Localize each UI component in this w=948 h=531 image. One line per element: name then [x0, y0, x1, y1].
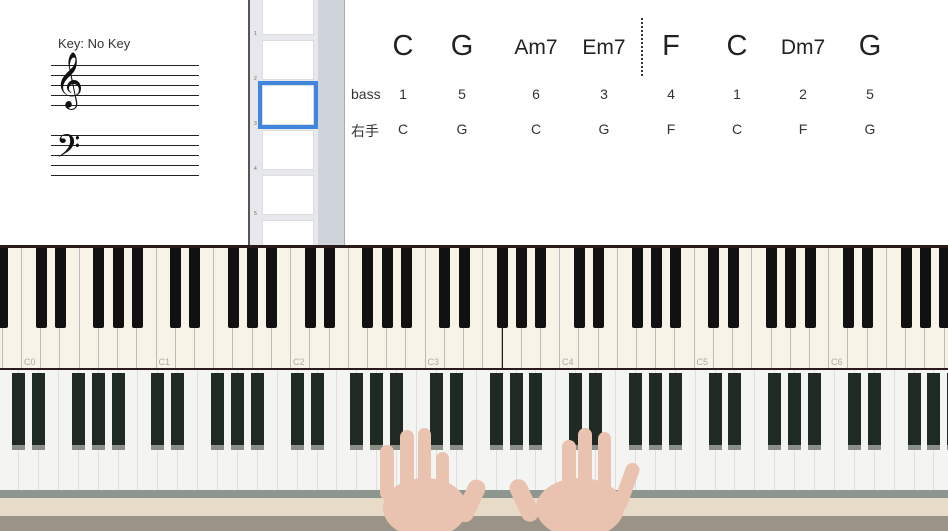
- octave-label: C4: [562, 357, 574, 367]
- panel-divider: [318, 0, 345, 245]
- black-key[interactable]: [516, 248, 528, 328]
- chord-name: G: [450, 30, 474, 62]
- black-key[interactable]: [631, 248, 643, 328]
- right-hand-note: G: [456, 121, 468, 137]
- slide-number: 3: [254, 121, 257, 127]
- black-key[interactable]: [766, 248, 778, 328]
- black-key[interactable]: [727, 248, 739, 328]
- black-key[interactable]: [0, 248, 9, 328]
- octave-label: C1: [158, 357, 171, 367]
- black-key[interactable]: [189, 248, 201, 328]
- chord-name: Dm7: [780, 36, 826, 59]
- bass-note: 3: [600, 86, 608, 102]
- slide-thumbnail[interactable]: [262, 0, 314, 35]
- bass-note: 6: [532, 86, 540, 102]
- octave-label: C3: [427, 357, 440, 367]
- black-key[interactable]: [458, 248, 470, 328]
- black-key[interactable]: [35, 248, 47, 328]
- black-key[interactable]: [131, 248, 143, 328]
- octave-label: C2: [293, 357, 305, 367]
- black-key[interactable]: [708, 248, 720, 328]
- black-key[interactable]: [247, 248, 259, 328]
- slide-thumbnail[interactable]: [262, 130, 314, 170]
- black-key[interactable]: [381, 248, 393, 328]
- right-hand-note: G: [598, 121, 610, 137]
- black-key[interactable]: [304, 248, 316, 328]
- treble-clef-icon: 𝄞: [55, 52, 84, 108]
- slide-number: 2: [254, 76, 257, 82]
- bass-note: 2: [799, 86, 807, 102]
- piano-video: [0, 370, 948, 531]
- black-key[interactable]: [919, 248, 931, 328]
- black-key[interactable]: [54, 248, 66, 328]
- black-key[interactable]: [93, 248, 105, 328]
- slide-number: 1: [254, 31, 257, 37]
- slide-thumbnails: 123456: [248, 0, 318, 262]
- black-key[interactable]: [650, 248, 662, 328]
- right-hand-row-label: 右手: [351, 123, 379, 139]
- bass-note: 5: [866, 86, 874, 102]
- bar-divider: [641, 18, 643, 76]
- black-key[interactable]: [266, 248, 278, 328]
- octave-label: C5: [696, 357, 709, 367]
- right-hand-note: C: [731, 121, 743, 137]
- bass-note: 4: [667, 86, 675, 102]
- black-key[interactable]: [900, 248, 912, 328]
- octave-label: C6: [831, 357, 843, 367]
- right-hand-note: F: [666, 121, 676, 137]
- chord-name: C: [392, 30, 414, 62]
- slide-thumbnail[interactable]: [258, 81, 318, 129]
- chord-name: Em7: [582, 36, 626, 59]
- chord-name: F: [662, 30, 680, 62]
- right-hand-note: F: [798, 121, 808, 137]
- black-key[interactable]: [593, 248, 605, 328]
- bass-note: 1: [733, 86, 741, 102]
- slide-number: 5: [254, 211, 257, 217]
- chord-name: C: [726, 30, 748, 62]
- hands: [380, 428, 640, 531]
- black-key[interactable]: [400, 248, 412, 328]
- black-key[interactable]: [497, 248, 508, 328]
- right-hand-note: G: [864, 121, 876, 137]
- virtual-keyboard: C0 C1 C2 C3 C4 C5 C6: [0, 245, 948, 370]
- black-key[interactable]: [939, 248, 948, 328]
- black-key[interactable]: [842, 248, 854, 328]
- right-hand-note: C: [530, 121, 542, 137]
- sheet-preview: Key: No Key 𝄞 𝄢: [0, 0, 248, 245]
- chord-name: Am7: [514, 36, 558, 59]
- bass-note: 5: [458, 86, 466, 102]
- black-key[interactable]: [804, 248, 816, 328]
- slide-number: 4: [254, 166, 257, 172]
- chord-chart: bass 右手 C 1 C G 5 G Am7 6 C Em7 3 G F 4 F C 1 C Dm7 2 F G 5 G: [345, 0, 948, 245]
- black-key[interactable]: [227, 248, 239, 328]
- black-key[interactable]: [439, 248, 451, 328]
- black-key[interactable]: [669, 248, 681, 328]
- key-label: Key: No Key: [58, 36, 131, 51]
- black-key[interactable]: [862, 248, 874, 328]
- black-key[interactable]: [170, 248, 182, 328]
- chord-name: G: [858, 30, 882, 62]
- bass-note: 1: [399, 86, 407, 102]
- octave-label: C0: [24, 357, 36, 367]
- bass-clef-icon: 𝄢: [56, 128, 81, 172]
- black-key[interactable]: [112, 248, 124, 328]
- bass-row-label: bass: [351, 86, 381, 102]
- slide-thumbnail[interactable]: [262, 175, 314, 215]
- slide-thumbnail[interactable]: [262, 40, 314, 80]
- black-key[interactable]: [573, 248, 585, 328]
- black-key[interactable]: [362, 248, 374, 328]
- black-key[interactable]: [785, 248, 797, 328]
- black-key[interactable]: [324, 248, 336, 328]
- black-key[interactable]: [535, 248, 547, 328]
- right-hand-note: C: [397, 121, 409, 137]
